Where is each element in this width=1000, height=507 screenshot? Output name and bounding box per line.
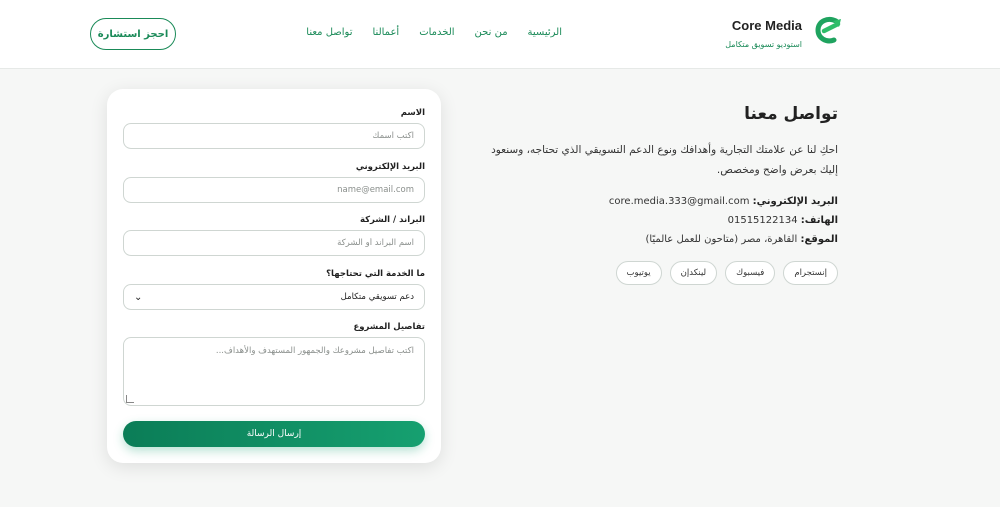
contact-phone-line: الهاتف: 01515122134 xyxy=(478,211,838,230)
brand-tagline: استوديو تسويق متكامل xyxy=(725,40,802,49)
location-label: الموقع: xyxy=(800,234,838,245)
contact-email-line: البريد الإلكتروني: core.media.333@gmail.… xyxy=(478,192,838,211)
name-label: الاسم xyxy=(400,108,425,118)
service-label: ما الخدمة التي تحتاجها؟ xyxy=(326,269,425,279)
name-input[interactable] xyxy=(123,123,425,149)
details-textarea[interactable] xyxy=(123,337,425,406)
service-selected-value: دعم تسويقي متكامل xyxy=(340,292,414,302)
contact-title: تواصل معنا xyxy=(744,104,838,124)
nav-services[interactable]: الخدمات xyxy=(419,27,454,38)
brand-input[interactable] xyxy=(123,230,425,256)
brand[interactable]: Core Media استوديو تسويق متكامل xyxy=(704,13,844,55)
resize-handle-icon[interactable] xyxy=(126,395,134,403)
nav-portfolio[interactable]: أعمالنا xyxy=(373,27,400,38)
nav-about[interactable]: من نحن xyxy=(475,27,508,38)
location-value: القاهرة، مصر (متاحون للعمل عالميًا) xyxy=(645,234,798,245)
social-facebook[interactable]: فيسبوك xyxy=(725,261,776,285)
social-youtube[interactable]: يوتيوب xyxy=(615,261,662,285)
main-nav: الرئيسية من نحن الخدمات أعمالنا تواصل مع… xyxy=(306,27,562,38)
email-label: البريد الإلكتروني: xyxy=(752,196,838,207)
email-field-label: البريد الإلكتروني xyxy=(355,162,425,172)
social-instagram[interactable]: إنستجرام xyxy=(783,261,838,285)
service-select[interactable]: دعم تسويقي متكامل ⌄ xyxy=(123,284,425,310)
send-message-button[interactable]: إرسال الرسالة xyxy=(123,421,425,447)
nav-contact[interactable]: تواصل معنا xyxy=(306,27,352,38)
social-links: إنستجرام فيسبوك لينكدإن يوتيوب xyxy=(478,261,838,285)
phone-value[interactable]: 01515122134 xyxy=(728,215,798,226)
brand-label: البراند / الشركة xyxy=(359,215,425,225)
contact-info: تواصل معنا احكِ لنا عن علامتك التجارية و… xyxy=(478,104,838,285)
phone-label: الهاتف: xyxy=(800,215,838,226)
site-header: Core Media استوديو تسويق متكامل الرئيسية… xyxy=(0,0,1000,69)
contact-form: الاسم البريد الإلكتروني البراند / الشركة… xyxy=(107,89,441,463)
email-value[interactable]: core.media.333@gmail.com xyxy=(609,196,750,207)
nav-home[interactable]: الرئيسية xyxy=(528,27,562,38)
book-consultation-button[interactable]: احجز استشارة xyxy=(90,18,176,50)
brand-name: Core Media xyxy=(731,18,802,33)
chevron-down-icon: ⌄ xyxy=(134,291,143,303)
core-media-logo-icon xyxy=(815,16,841,44)
contact-location-line: الموقع: القاهرة، مصر (متاحون للعمل عالمي… xyxy=(478,230,838,249)
contact-description: احكِ لنا عن علامتك التجارية وأهدافك ونوع… xyxy=(491,144,838,176)
social-linkedin[interactable]: لينكدإن xyxy=(669,261,718,285)
details-label: تفاصيل المشروع xyxy=(353,322,425,332)
email-input[interactable] xyxy=(123,177,425,203)
